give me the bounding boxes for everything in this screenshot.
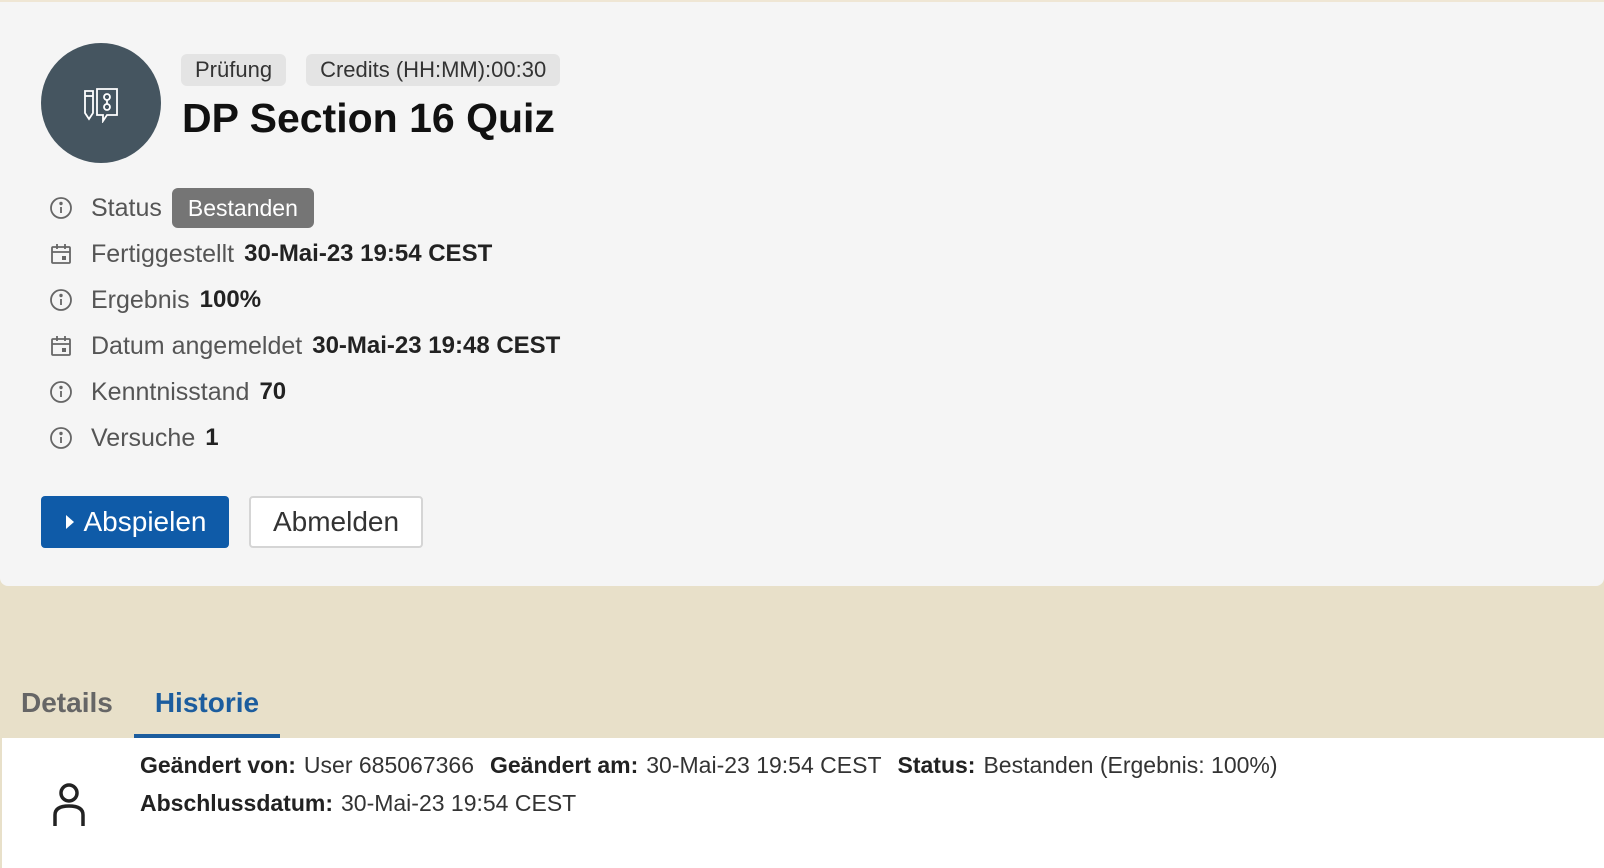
knowledge-label: Kenntnisstand (91, 377, 250, 406)
attempts-label: Versuche (91, 423, 196, 452)
status-row: Status Bestanden (48, 185, 560, 231)
info-icon (48, 287, 74, 313)
registered-row: Datum angemeldet 30-Mai-23 19:48 CEST (48, 323, 560, 369)
history-entry-line-1: Geändert von: User 685067366 Geändert am: 3… (140, 752, 1294, 779)
info-icon (48, 195, 74, 221)
result-row: Ergebnis 100% (48, 277, 560, 323)
changed-by-value: User 685067366 (303, 752, 474, 778)
tab-details[interactable]: Details (0, 668, 134, 738)
page-title: DP Section 16 Quiz (182, 95, 555, 141)
course-card: Prüfung Credits (HH:MM):00:30 DP Section… (0, 0, 1604, 586)
type-chip: Prüfung (181, 54, 287, 86)
status-label: Status (91, 193, 162, 222)
user-icon (52, 782, 86, 833)
attempts-row: Versuche 1 (48, 415, 560, 461)
unregister-button[interactable]: Abmelden (249, 496, 423, 548)
info-list: Status Bestanden Fertiggestellt 30-Mai-2… (48, 185, 560, 461)
history-status-value: Bestanden (Ergebnis: 100%) (983, 752, 1278, 778)
history-status-label: Status: (897, 752, 976, 778)
status-badge: Bestanden (171, 188, 314, 228)
history-panel: Geändert von: User 685067366 Geändert am: 3… (2, 738, 1604, 868)
quiz-avatar (41, 43, 161, 163)
play-button[interactable]: Abspielen (41, 496, 229, 548)
tab-history[interactable]: Historie (133, 668, 281, 738)
completed-value: 30-Mai-23 19:54 CEST (244, 240, 493, 267)
calendar-icon (48, 333, 74, 359)
knowledge-value: 70 (259, 378, 287, 405)
result-label: Ergebnis (91, 285, 190, 314)
play-button-label: Abspielen (83, 506, 207, 537)
tab-bar: Details Historie (0, 668, 281, 738)
info-icon (48, 425, 74, 451)
changed-by-label: Geändert von: (140, 752, 296, 778)
changed-at-label: Geändert am: (490, 752, 639, 778)
quiz-icon (84, 88, 118, 123)
play-icon (65, 515, 74, 529)
completion-date-value: 30-Mai-23 19:54 CEST (340, 790, 577, 816)
completed-row: Fertiggestellt 30-Mai-23 19:54 CEST (48, 231, 560, 277)
changed-at-value: 30-Mai-23 19:54 CEST (646, 752, 882, 778)
registered-value: 30-Mai-23 19:48 CEST (312, 332, 561, 359)
calendar-icon (48, 241, 74, 267)
meta-chips: Prüfung Credits (HH:MM):00:30 (181, 54, 561, 86)
history-entry-line-2: Abschlussdatum: 30-Mai-23 19:54 CEST (140, 790, 592, 817)
completion-date-label: Abschlussdatum: (140, 790, 333, 816)
credits-chip: Credits (HH:MM):00:30 (306, 54, 561, 86)
result-value: 100% (199, 286, 262, 313)
info-icon (48, 379, 74, 405)
knowledge-row: Kenntnisstand 70 (48, 369, 560, 415)
registered-label: Datum angemeldet (91, 331, 303, 360)
attempts-value: 1 (205, 424, 219, 451)
completed-label: Fertiggestellt (91, 239, 235, 268)
